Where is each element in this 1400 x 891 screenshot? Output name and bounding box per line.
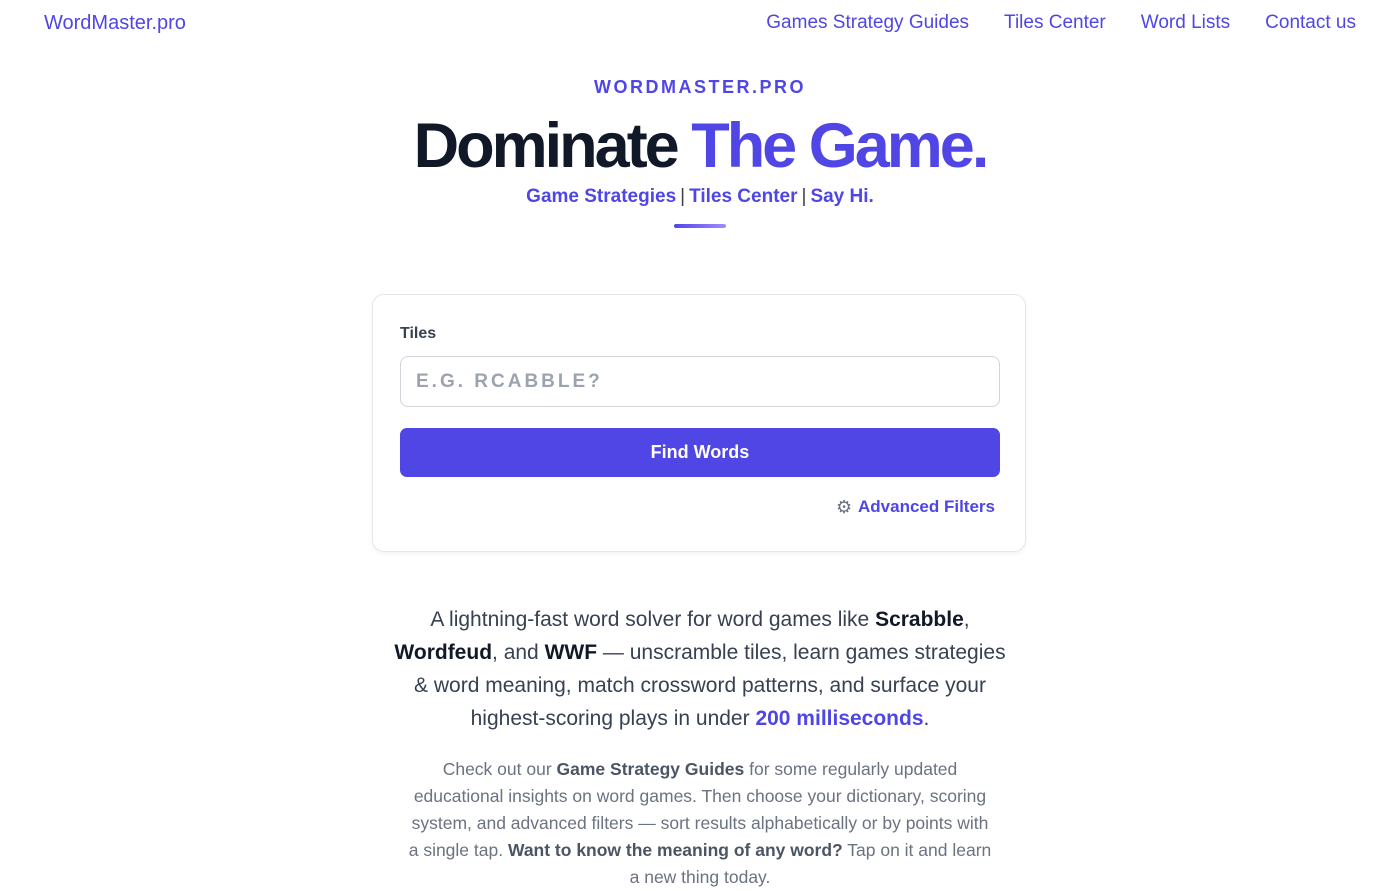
nav-link-tiles-center[interactable]: Tiles Center — [1004, 12, 1106, 34]
game-name-scrabble: Scrabble — [875, 608, 964, 631]
sublink-say-hi[interactable]: Say Hi. — [810, 186, 873, 207]
intro-text: . — [923, 707, 930, 730]
brand-link[interactable]: WordMaster.pro — [44, 12, 186, 35]
guides-text: Check out our — [442, 759, 557, 779]
intro-paragraph: A lightning-fast word solver for word ga… — [385, 603, 1015, 735]
advanced-filters-label: Advanced Filters — [858, 497, 995, 516]
top-nav: WordMaster.pro Games Strategy Guides Til… — [0, 0, 1400, 50]
page-title: Dominate The Game. — [0, 108, 1400, 184]
separator: | — [680, 186, 686, 207]
advanced-filters-link[interactable]: ⚙ Advanced Filters — [836, 497, 995, 517]
headline-accent: The Game. — [691, 111, 989, 181]
hero-underline-bar — [674, 224, 726, 228]
nav-links: Games Strategy Guides Tiles Center Word … — [766, 12, 1356, 34]
eyebrow-text: WORDMASTER.PRO — [594, 77, 806, 97]
nav-link-contact-us[interactable]: Contact us — [1265, 12, 1356, 34]
speed-highlight: 200 milliseconds — [755, 707, 924, 730]
tiles-input[interactable] — [400, 356, 1000, 407]
meaning-highlight: Want to know the meaning of any word? — [507, 840, 843, 860]
intro-text: , — [963, 608, 970, 631]
guides-highlight: Game Strategy Guides — [556, 759, 745, 779]
separator: | — [801, 186, 807, 207]
intro-text: A lightning-fast word solver for word ga… — [430, 608, 876, 631]
nav-link-word-lists[interactable]: Word Lists — [1141, 12, 1230, 34]
game-name-wwf: WWF — [544, 641, 598, 664]
headline-main: Dominate — [413, 111, 692, 181]
find-words-button[interactable]: Find Words — [400, 428, 1000, 477]
intro-text: , and — [492, 641, 545, 664]
game-name-wordfeud: Wordfeud — [394, 641, 493, 664]
tiles-label: Tiles — [400, 325, 437, 342]
guides-paragraph: Check out our Game Strategy Guides for s… — [405, 756, 995, 891]
nav-link-games-strategy-guides[interactable]: Games Strategy Guides — [766, 12, 969, 34]
sublink-tiles-center[interactable]: Tiles Center — [689, 186, 797, 207]
hero-sublinks: Game Strategies | Tiles Center | Say Hi. — [0, 186, 1400, 208]
search-card: Tiles Find Words ⚙ Advanced Filters — [372, 294, 1026, 552]
gear-icon: ⚙ — [836, 497, 853, 517]
sublink-game-strategies[interactable]: Game Strategies — [526, 186, 676, 207]
